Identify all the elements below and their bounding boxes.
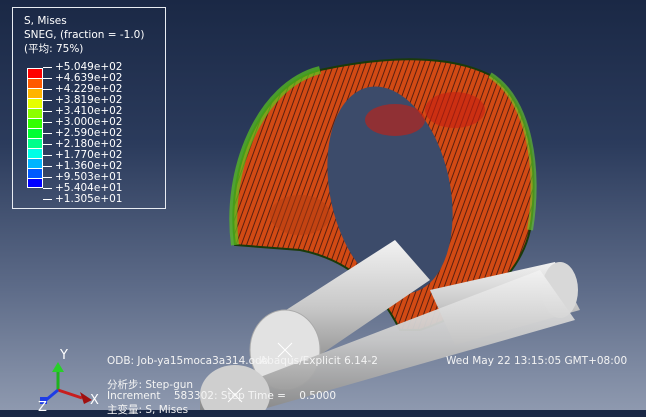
legend-swatch [27,78,43,88]
legend-swatch [27,128,43,138]
triad-x-label: X [90,393,99,408]
legend-swatch [27,88,43,98]
triad-z-label: Z [38,400,47,415]
legend-swatch [27,148,43,158]
solver-version: Abaqus/Explicit 6.14-2 [260,355,378,367]
legend-swatch [27,98,43,108]
legend-swatch [27,138,43,148]
triad-y-label: Y [60,348,68,363]
increment-info: Increment 583302: Step Time = 0.5000 [107,390,337,402]
odb-name: ODB: Job-ya15moca3a314.odb [107,355,269,367]
legend-subtitle: SNEG, (fraction = -1.0) [24,29,145,41]
legend-swatch [27,178,43,188]
legend-averaging: (平均: 75%) [24,43,84,55]
legend-color-bar [27,68,43,188]
legend-swatch [27,168,43,178]
axis-triad [40,362,92,404]
contour-legend: S, Mises SNEG, (fraction = -1.0) (平均: 75… [12,7,166,209]
legend-swatch [27,158,43,168]
timestamp: Wed May 22 13:15:05 GMT+08:00 [446,355,628,367]
legend-level-label: +1.305e+01 [43,194,122,205]
legend-labels: +5.049e+02 +4.639e+02 +4.229e+02 +3.819e+02… [43,62,122,205]
legend-swatch [27,108,43,118]
legend-title: S, Mises [24,15,67,27]
legend-swatch [27,118,43,128]
legend-swatch [27,68,43,78]
